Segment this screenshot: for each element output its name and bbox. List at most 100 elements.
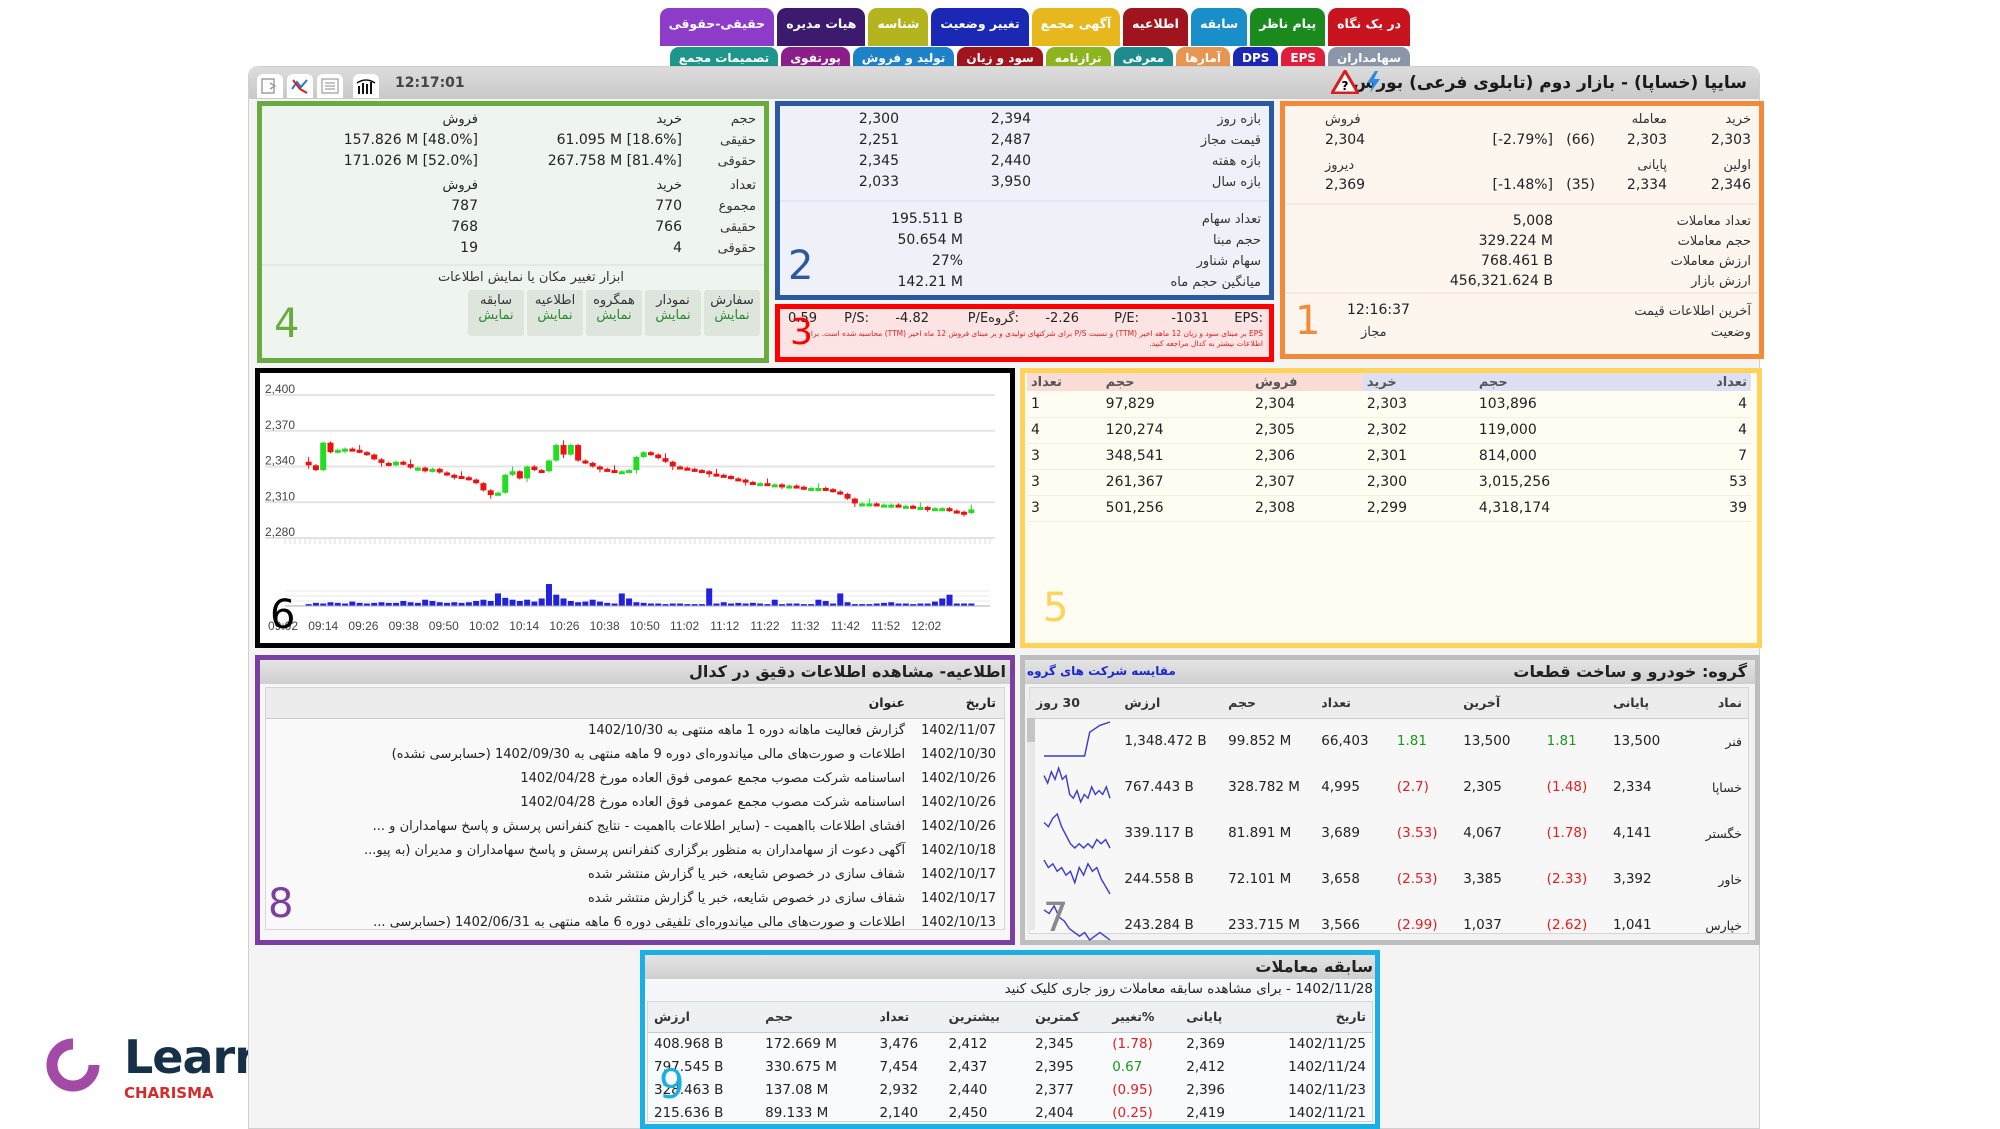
count-row-buy: 4 [673,240,682,256]
announcement-title[interactable]: شفاف سازی در خصوص شایعه، خبر یا گزارش من… [266,862,913,886]
announcement-row[interactable]: 1402/10/13 اطلاعات و صورت‌های مالی میاندو… [266,910,1004,934]
announcement-row[interactable]: 1402/10/18 آگهی دعوت از سهامداران به منظو… [266,838,1004,862]
group-value: 767.443 B [1124,779,1194,795]
announcement-row[interactable]: 1402/10/26 اساسنامه شرکت مصوب مجمع عمومی … [266,790,1004,814]
candle [735,478,742,482]
announcement-title[interactable]: اطلاعات و صورت‌های مالی میاندوره‌ای تلفی… [266,910,913,934]
intraday-chart[interactable]: 2,4002,3702,3402,3102,28009:02 09:14 09:26… [260,373,1010,643]
announcement-row[interactable]: 1402/10/26 اساسنامه شرکت مصوب مجمع عمومی … [266,766,1004,790]
order-buy-price: 2,301 [1366,448,1407,464]
order-buy-price: 2,300 [1366,474,1407,490]
group-header: گروه: خودرو و ساخت قطعات مقایسه شرکت های… [1025,660,1755,684]
tab-top-0[interactable]: در یک نگاه [1328,8,1410,46]
scrollbar[interactable] [1027,700,1035,930]
tab-top-7[interactable]: هیات مدیره [777,8,866,46]
announcement-row[interactable]: 1402/10/26 افشای اطلاعات بااهمیت - (سایر … [266,814,1004,838]
tab-row-top: در یک نگاه پیام ناظر سابقه اطلاعیه آگهی مجمع… [659,8,1410,46]
clock: 12:17:01 [395,75,465,91]
list-button[interactable] [317,74,343,98]
candle [844,493,851,499]
group-symbol[interactable]: خگستر [1683,810,1748,856]
candle [662,458,669,462]
order-buy-count: 7 [1738,448,1747,464]
order-book-row[interactable]: 53 3,015,256 2,300 2,307 261,367 3 [1027,469,1751,495]
group-row[interactable]: خگستر 4,141 (1.78) 4,067 (3.53) 3,689 81.891 M… [1030,810,1748,856]
stat-value: 456,321.624 B [1449,273,1553,289]
group-value: 243.284 B [1124,917,1194,933]
panel-number: 9 [659,1062,685,1108]
x-tick-label: 11:52 [871,619,900,633]
group-row[interactable]: فنر 13,500 1.81 13,500 1.81 66,403 99.852 M 1,3… [1030,718,1748,764]
candle [880,504,887,508]
tab-top-4[interactable]: آگهی مجمع [1031,8,1121,46]
history-row[interactable]: 1402/11/24 2,412 0.67 2,395 2,437 7,454 330.67… [648,1055,1372,1078]
tab-top-1[interactable]: پیام ناظر [1250,8,1326,46]
group-close-change: (2.33) [1546,871,1588,887]
group-symbol[interactable]: فنر [1683,718,1748,764]
export-button[interactable] [257,74,283,98]
tab-top-8[interactable]: حقیقی-حقوقی [659,8,775,46]
order-book-row[interactable]: 4 119,000 2,302 2,305 120,274 4 [1027,417,1751,443]
order-book-row[interactable]: 4 103,896 2,303 2,304 97,829 1 [1027,391,1751,417]
tool-button-action: نمایش [655,308,691,323]
warning-icon[interactable]: ? [1331,70,1359,94]
history-row[interactable]: 1402/11/23 2,396 (0.95) 2,377 2,440 2,932 137.… [648,1078,1372,1101]
tab-top-3[interactable]: اطلاعیه [1123,8,1188,46]
tool-button[interactable]: سابقه نمایش [468,290,524,336]
history-today-link[interactable]: 1402/11/28 - برای مشاهده سابقه معاملات ر… [1005,981,1373,997]
tool-button-action: نمایش [596,308,632,323]
order-book-row[interactable]: 7 814,000 2,301 2,306 348,541 3 [1027,443,1751,469]
brand-ring-icon [46,1038,100,1092]
announcement-title[interactable]: اطلاعات و صورت‌های مالی میاندوره‌ای دوره… [266,742,913,766]
announcement-row[interactable]: 1402/10/17 شفاف سازی در خصوص شایعه، خبر ی… [266,862,1004,886]
history-row[interactable]: 1402/11/25 2,369 (1.78) 2,345 2,412 3,476 172.… [648,1032,1372,1055]
group-count: 3,566 [1321,917,1360,933]
announcement-title[interactable]: آگهی دعوت از سهامداران به منظور برگزاری … [266,838,913,862]
announcements-title[interactable]: اطلاعیه- مشاهده اطلاعات دقیق در کدال [689,662,1006,681]
chart-line-button[interactable] [287,74,313,98]
announcement-row[interactable]: 1402/10/17 شفاف سازی در خصوص شایعه، خبر ی… [266,886,1004,910]
volume-row-sell: 171.026 M [52.0%] [343,153,478,169]
label-yesterday: دیروز [1325,158,1355,173]
history-change: (0.25) [1112,1104,1153,1121]
announcement-title[interactable]: اساسنامه شرکت مصوب مجمع عمومی فوق العاده… [266,790,913,814]
announcement-row[interactable]: 1402/11/07 گزارش فعالیت ماهانه دوره 1 ماه… [266,718,1004,742]
announcement-title[interactable]: اساسنامه شرکت مصوب مجمع عمومی فوق العاده… [266,766,913,790]
tool-button[interactable]: سفارش نمایش [704,290,760,336]
compare-link[interactable]: مقایسه شرکت های گروه [1027,664,1176,678]
group-symbol[interactable]: خاور [1683,856,1748,902]
group-row[interactable]: خساپا 2,334 (1.48) 2,305 (2.7) 4,995 328.782 M… [1030,764,1748,810]
x-tick-label: 10:38 [590,619,620,633]
x-tick-label: 09:50 [429,619,459,633]
group-close: 4,141 [1612,825,1652,841]
announcement-title[interactable]: شفاف سازی در خصوص شایعه، خبر یا گزارش من… [266,886,913,910]
group-col-header: 30 روز [1036,695,1080,711]
order-book-table: تعداد حجم خرید فروش حجم تعداد 4 103,896 2,303 2,3… [1027,373,1751,522]
tool-button-label: سابقه [479,293,513,308]
tab-top-2[interactable]: سابقه [1190,8,1248,46]
announcement-title[interactable]: گزارش فعالیت ماهانه دوره 1 ماهه منتهی به… [266,718,913,742]
panel-number: 2 [788,243,814,289]
scrollbar-thumb[interactable] [1027,718,1035,742]
sparkline-cell [1030,718,1118,764]
announcement-row[interactable]: 1402/10/30 اطلاعات و صورت‌های مالی میاندو… [266,742,1004,766]
group-row[interactable]: خپارس 1,041 (2.62) 1,037 (2.99) 3,566 233.715 … [1030,902,1748,948]
group-count: 3,689 [1321,825,1360,841]
label-close: پایانی [1637,158,1667,173]
group-symbol[interactable]: خساپا [1683,764,1748,810]
tab-top-6[interactable]: شناسه [868,8,929,46]
bar-chart-button[interactable] [353,74,379,98]
ps-label: :P/S [844,311,869,326]
tool-button[interactable]: همگروه نمایش [586,290,642,336]
announcement-title[interactable]: افشای اطلاعات بااهمیت - (سایر اطلاعات با… [266,814,913,838]
group-row[interactable]: خاور 3,392 (2.33) 3,385 (2.53) 3,658 72.101 M 2… [1030,856,1748,902]
history-col-header: ارزش [654,1009,690,1025]
tab-top-5[interactable]: تغییر وضعیت [931,8,1029,46]
tool-button[interactable]: نمودار نمایش [645,290,701,336]
group-symbol[interactable]: خپارس [1683,902,1748,948]
tool-button[interactable]: اطلاعیه نمایش [527,290,583,336]
group-last-change: (2.99) [1396,917,1438,933]
lightning-icon[interactable] [1365,71,1381,93]
history-row[interactable]: 1402/11/21 2,419 (0.25) 2,404 2,450 2,140 89.1… [648,1101,1372,1124]
order-book-row[interactable]: 39 4,318,174 2,299 2,308 501,256 3 [1027,495,1751,521]
